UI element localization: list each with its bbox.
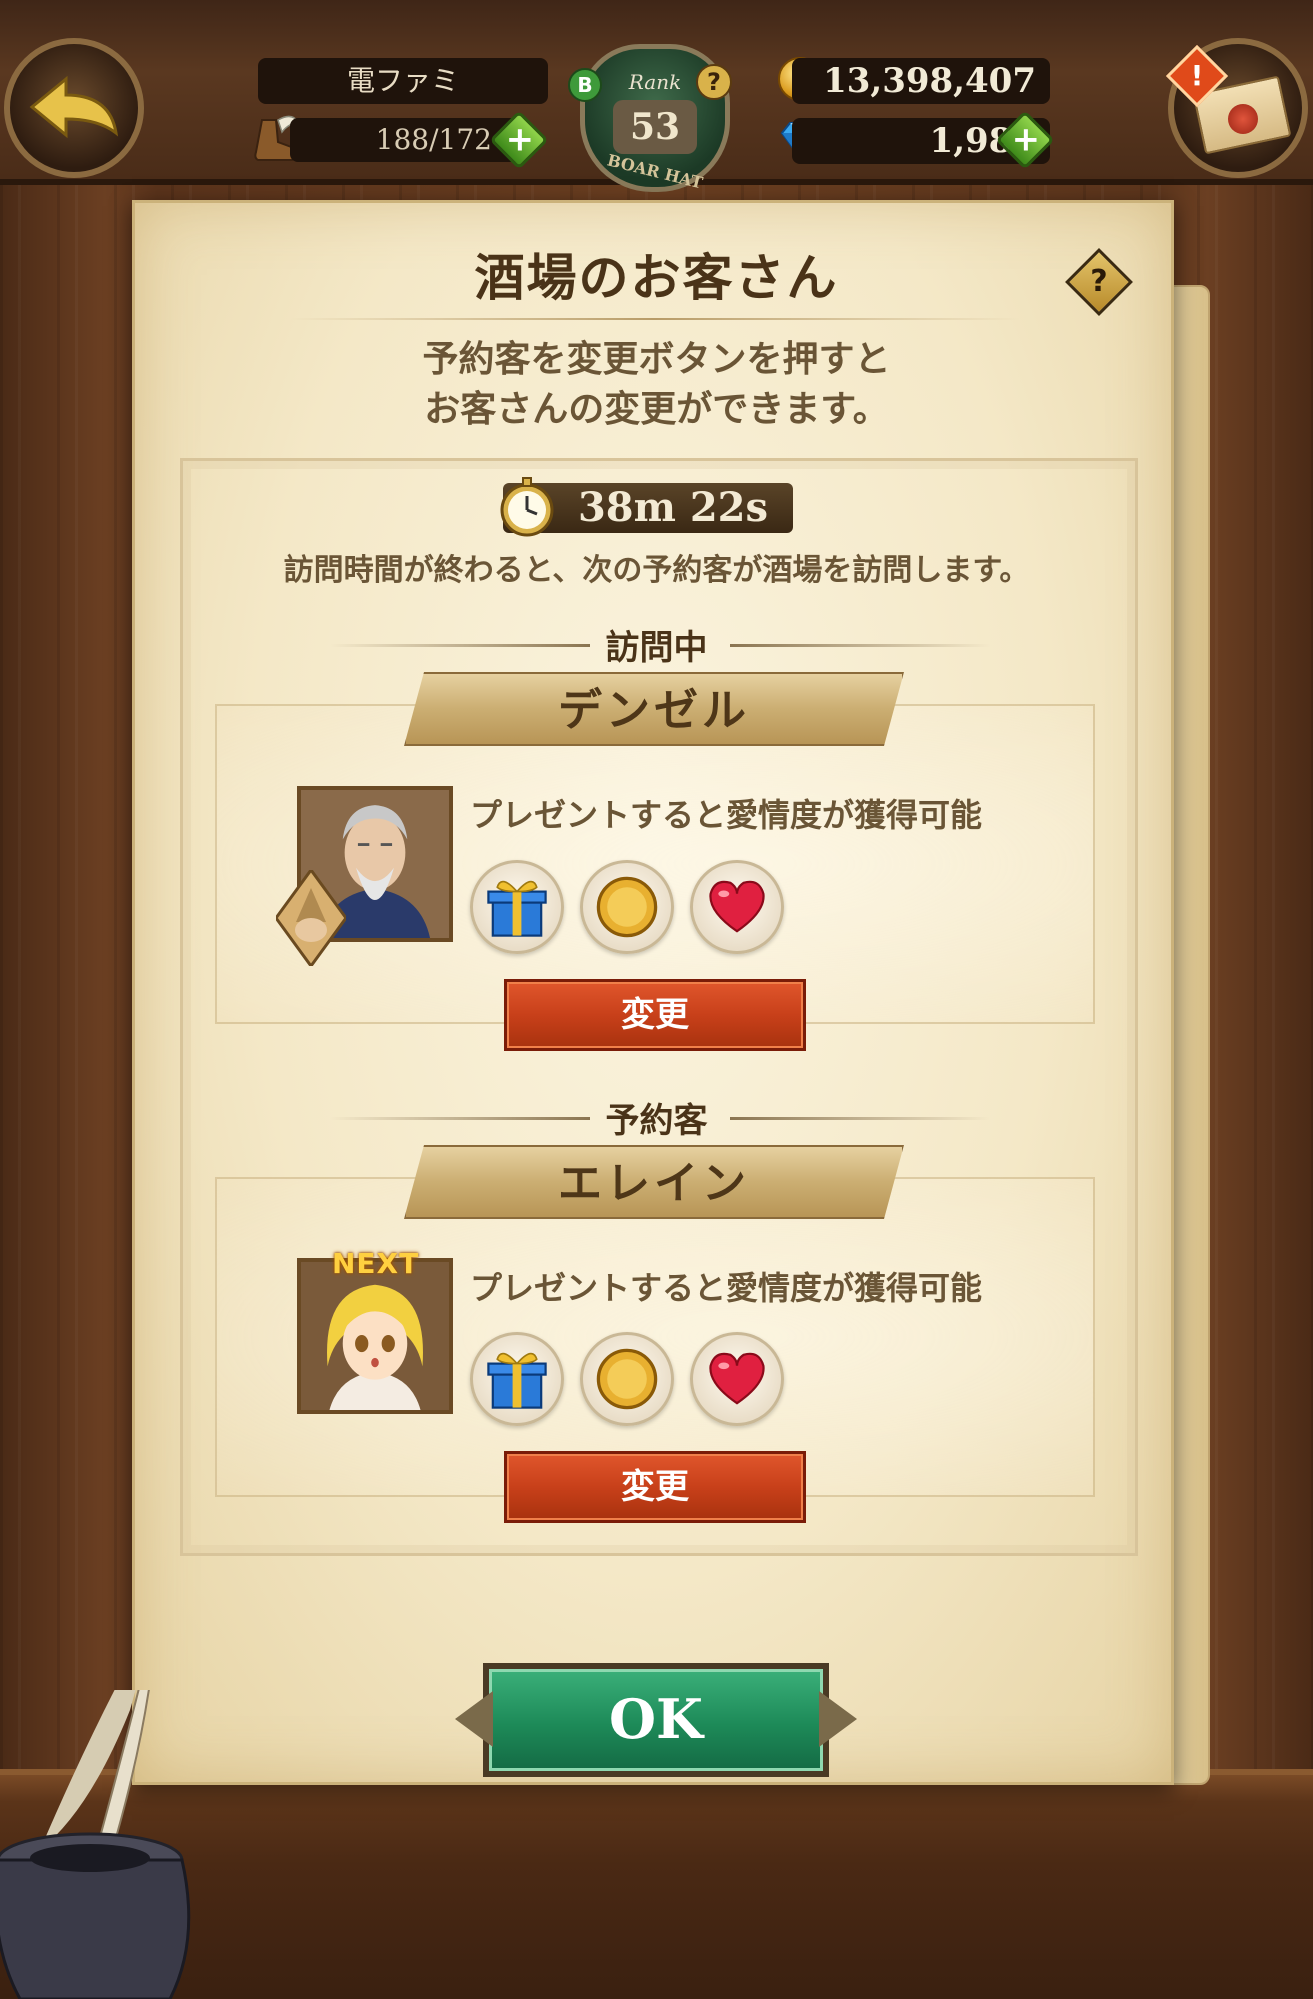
reserved-guest-name: エレイン: [404, 1145, 904, 1219]
description-line-1: 予約客を変更ボタンを押すと: [422, 339, 891, 380]
gold-amount: 13,398,407: [792, 58, 1050, 104]
gift-perk: [470, 1332, 564, 1426]
section-divider-right: [730, 1117, 990, 1120]
description-line-2: お客さんの変更ができます。: [424, 389, 889, 430]
timer-note: 訪問時間が終わると、次の予約客が酒場を訪問します。: [283, 553, 1030, 588]
heart-icon: [709, 1352, 765, 1405]
wax-seal-icon: [1228, 104, 1258, 134]
dialog-description: 予約客を変更ボタンを押すと お客さんの変更ができます。: [0, 335, 1313, 435]
heart-perk: [690, 860, 784, 954]
coin-perk: [580, 1332, 674, 1426]
next-tag: NEXT: [332, 1247, 420, 1280]
title-divider: [290, 318, 1020, 320]
reserved-guest-portrait[interactable]: [297, 1258, 453, 1414]
heart-icon: [709, 880, 765, 933]
inkwell-quill-icon: [0, 1690, 191, 1999]
gift-icon: [487, 1352, 547, 1409]
gowther-badge-icon: [276, 870, 346, 966]
alert-glyph: !: [1190, 59, 1204, 92]
change-visiting-button[interactable]: 変更: [504, 979, 806, 1051]
rank-badge[interactable]: Rank 53 BOAR HAT B ?: [568, 32, 742, 193]
visiting-perk-text: プレゼントすると愛情度が獲得可能: [470, 796, 983, 834]
coin-perk: [580, 860, 674, 954]
visiting-guest-name: デンゼル: [404, 672, 904, 746]
section-divider-right: [730, 644, 990, 647]
elaine-avatar: [301, 1262, 449, 1410]
reserved-perk-text: プレゼントすると愛情度が獲得可能: [470, 1269, 983, 1307]
heart-perk: [690, 1332, 784, 1426]
rank-grade-badge: B: [568, 68, 602, 102]
plus-icon: +: [1011, 119, 1040, 160]
back-button[interactable]: [4, 38, 144, 178]
change-reserved-button[interactable]: 変更: [504, 1451, 806, 1523]
gift-icon: [487, 880, 547, 937]
back-arrow-icon: [29, 75, 119, 139]
player-name: 電ファミ: [258, 58, 548, 104]
stopwatch-icon: [500, 477, 554, 537]
visiting-section-label: 訪問中: [605, 628, 708, 668]
gift-perk: [470, 860, 564, 954]
rank-number: 53: [613, 100, 697, 154]
question-icon: ?: [1090, 264, 1108, 299]
coin-icon: [596, 876, 658, 938]
plus-icon: +: [505, 119, 534, 160]
ok-button[interactable]: OK: [483, 1663, 829, 1777]
coin-icon: [596, 1348, 658, 1410]
rank-help-icon[interactable]: ?: [696, 64, 732, 100]
reserved-section-label: 予約客: [605, 1101, 708, 1141]
